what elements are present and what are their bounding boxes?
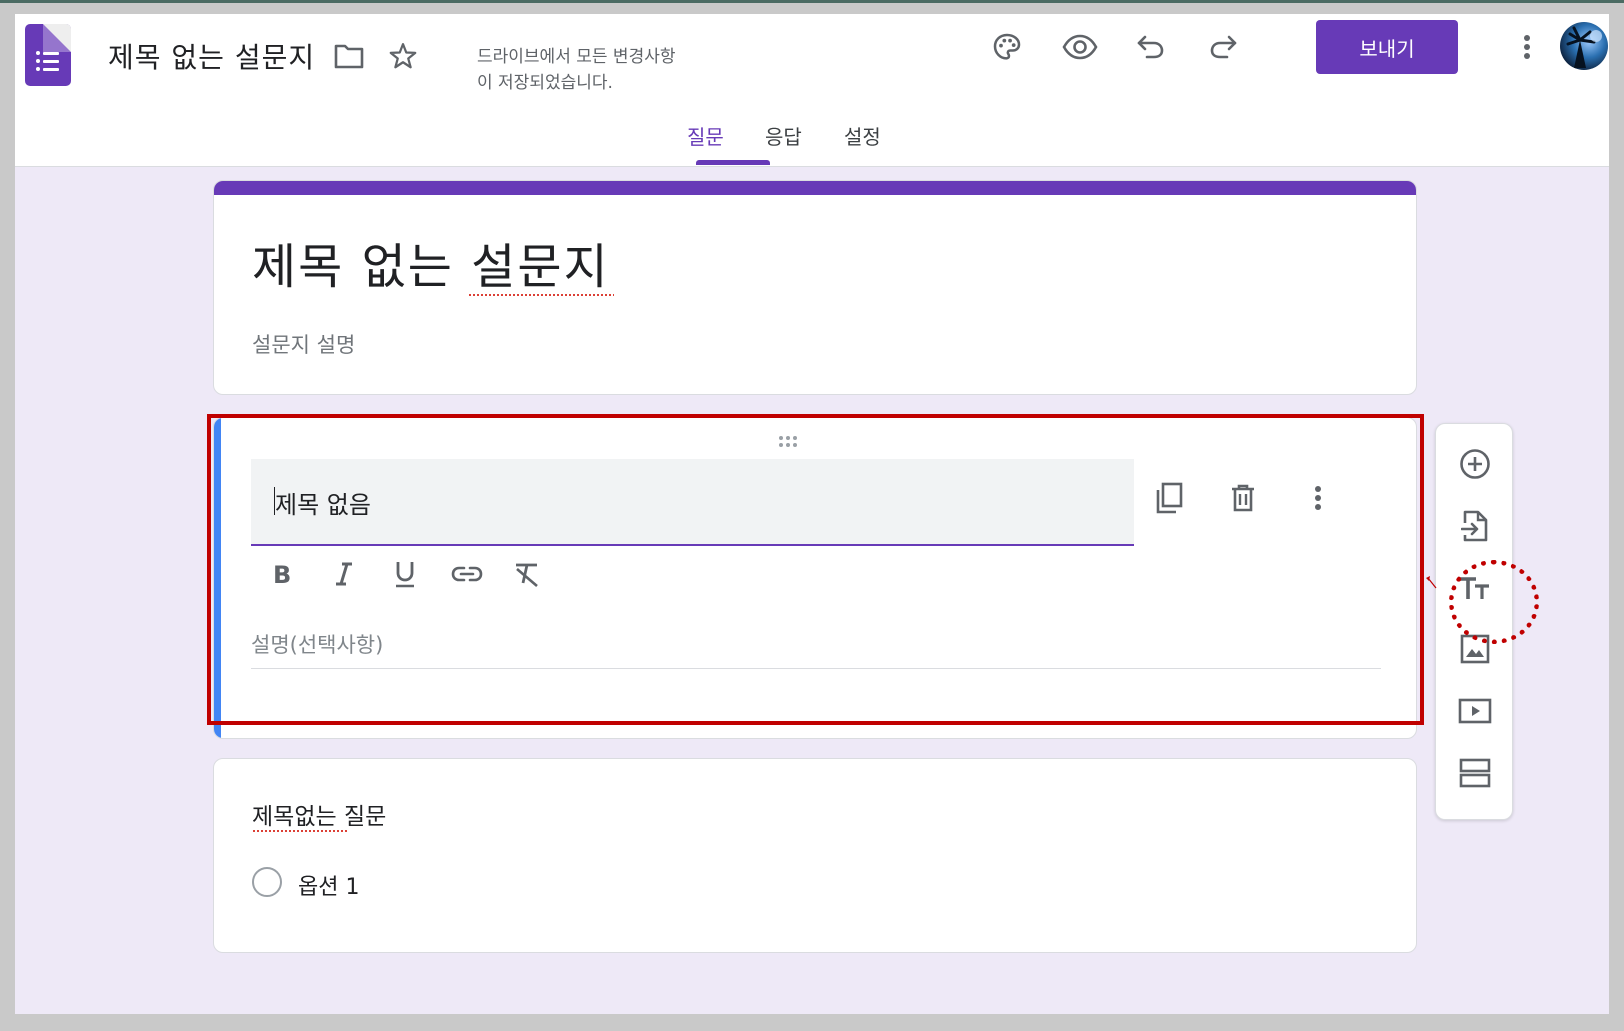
form-title-card: 제목 없는 설문지 설문지 설명 — [213, 180, 1417, 395]
add-section-icon[interactable] — [1453, 751, 1497, 795]
star-icon[interactable] — [383, 36, 423, 76]
accent-bar — [214, 181, 1416, 195]
video-icon[interactable] — [1453, 689, 1497, 733]
add-question-icon[interactable] — [1453, 442, 1497, 486]
window-top-border — [0, 0, 1624, 3]
option-label[interactable]: 옵션 1 — [298, 869, 359, 901]
app-frame: 제목 없는 설문지 드라이브에서 모든 변경사항 이 저장되었습니다. 보내기 — [15, 14, 1609, 1014]
spellcheck-underline — [252, 829, 348, 833]
more-vert-icon[interactable] — [1507, 27, 1547, 67]
palette-icon[interactable] — [987, 27, 1027, 67]
highlight-pointer-arrow — [1424, 574, 1454, 604]
redo-icon[interactable] — [1203, 27, 1243, 67]
highlight-rectangle — [207, 414, 1424, 725]
folder-icon[interactable] — [329, 36, 369, 76]
forms-app-icon[interactable] — [25, 24, 71, 86]
document-title[interactable]: 제목 없는 설문지 — [108, 36, 315, 76]
preview-eye-icon[interactable] — [1060, 27, 1100, 67]
form-title[interactable]: 제목 없는 설문지 — [252, 227, 610, 297]
save-status-text: 드라이브에서 모든 변경사항 이 저장되었습니다. — [477, 47, 676, 93]
highlight-dotted-circle — [1449, 560, 1539, 644]
account-avatar[interactable] — [1560, 22, 1608, 70]
question-card[interactable]: 제목없는 질문 옵션 1 — [213, 758, 1417, 953]
spellcheck-underline — [468, 293, 614, 297]
tab-questions[interactable]: 질문 — [687, 121, 724, 150]
top-header: 제목 없는 설문지 드라이브에서 모든 변경사항 이 저장되었습니다. 보내기 — [15, 14, 1609, 167]
option-radio[interactable] — [252, 867, 282, 897]
question-title[interactable]: 제목없는 질문 — [252, 797, 386, 831]
import-questions-icon[interactable] — [1453, 504, 1497, 548]
tab-bar: 질문 응답 설정 — [15, 109, 1609, 167]
active-tab-indicator — [696, 160, 770, 165]
tab-settings[interactable]: 설정 — [844, 121, 881, 150]
tab-responses[interactable]: 응답 — [765, 121, 802, 150]
form-description-input[interactable]: 설문지 설명 — [252, 329, 355, 359]
undo-icon[interactable] — [1131, 27, 1171, 67]
send-button[interactable]: 보내기 — [1316, 20, 1458, 74]
